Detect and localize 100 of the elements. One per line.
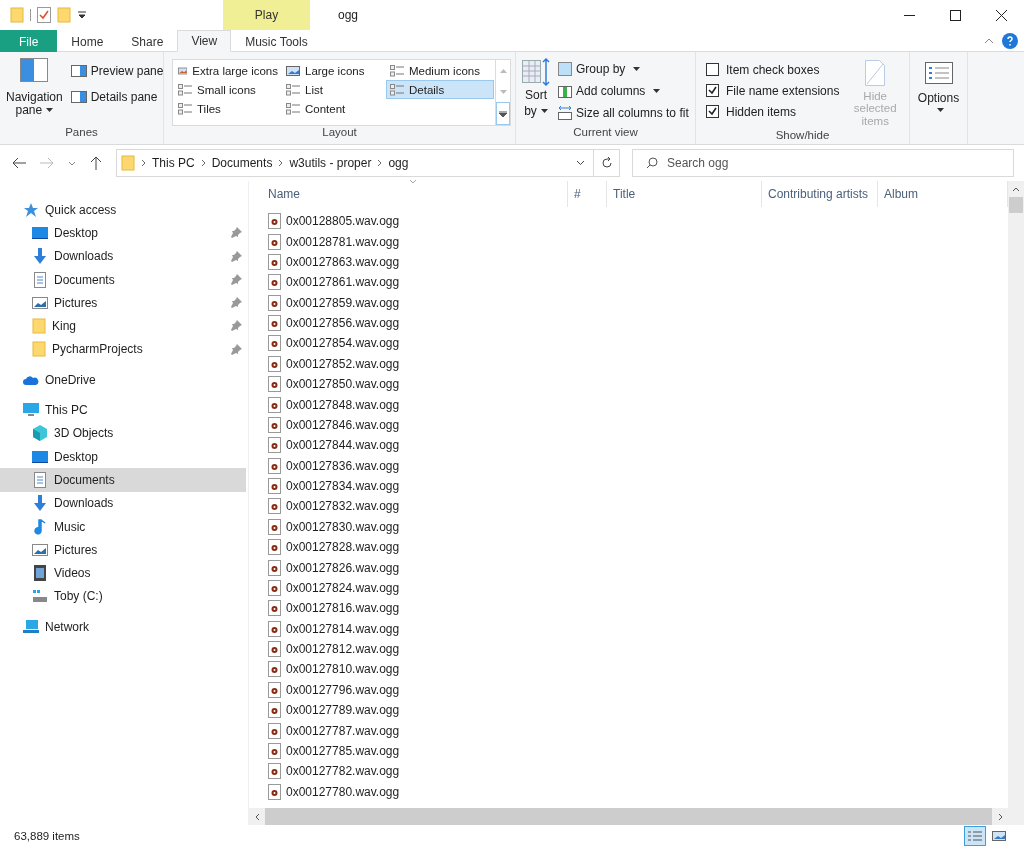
file-name[interactable]: 0x00127789.wav.ogg — [286, 703, 400, 718]
nav-item[interactable]: Desktop — [0, 444, 246, 469]
group-label: Layout — [321, 126, 358, 140]
page-icon — [865, 60, 886, 86]
file-name[interactable]: 0x00127830.wav.ogg — [286, 519, 400, 534]
nav-item[interactable]: Music — [0, 514, 246, 539]
file-name[interactable]: 0x00127824.wav.ogg — [286, 580, 400, 595]
nav-item[interactable]: Documents — [0, 468, 246, 492]
ribbon-tab[interactable]: Share — [117, 30, 178, 52]
file-name[interactable]: 0x00127782.wav.ogg — [286, 764, 400, 779]
picture-icon — [992, 830, 1006, 842]
file-name[interactable]: 0x00127854.wav.ogg — [286, 336, 400, 351]
audio-file-icon — [268, 559, 282, 576]
breadcrumb-item[interactable]: This PC — [152, 156, 195, 170]
file-name[interactable]: 0x00127836.wav.ogg — [286, 458, 400, 473]
file-name[interactable]: 0x00128805.wav.ogg — [286, 214, 400, 229]
file-name[interactable]: 0x00127780.wav.ogg — [286, 784, 400, 799]
column-header[interactable]: Name — [262, 181, 568, 207]
layout-option[interactable]: Extra large icons — [174, 61, 282, 80]
file-name[interactable]: 0x00127785.wav.ogg — [286, 743, 400, 758]
nav-item[interactable]: Downloads — [0, 244, 246, 268]
folder-icon — [32, 341, 46, 358]
file-name[interactable]: 0x00127846.wav.ogg — [286, 417, 400, 432]
nav-item[interactable]: King — [0, 314, 246, 338]
preview-pane-button[interactable]: Preview pane — [68, 60, 166, 82]
nav-item[interactable]: 3D Objects — [0, 421, 246, 445]
breadcrumb-item[interactable]: ogg — [388, 156, 409, 170]
right-caret-icon — [997, 812, 1003, 821]
expand-gallery-button[interactable] — [496, 102, 510, 125]
file-name[interactable]: 0x00127856.wav.ogg — [286, 316, 400, 331]
ribbon-tab[interactable]: View — [177, 30, 232, 52]
file-name[interactable]: 0x00127859.wav.ogg — [286, 295, 400, 310]
file-name[interactable]: 0x00128781.wav.ogg — [286, 234, 400, 249]
breadcrumb-item[interactable]: w3utils - proper — [289, 156, 372, 170]
file-name[interactable]: 0x00127850.wav.ogg — [286, 377, 400, 392]
nav-item[interactable]: Network — [0, 615, 246, 639]
cloud-icon — [23, 373, 39, 386]
layout-option[interactable]: List — [282, 80, 386, 99]
size-columns-button[interactable]: Size all columns to fit — [556, 102, 691, 124]
option-checkbox[interactable]: Item check boxes — [704, 59, 842, 80]
nav-item[interactable]: Documents — [0, 267, 246, 292]
nav-item[interactable]: This PC — [0, 398, 246, 422]
file-name[interactable]: 0x00127787.wav.ogg — [286, 723, 400, 738]
column-header[interactable]: Contributing artists — [762, 181, 878, 207]
file-name[interactable]: 0x00127796.wav.ogg — [286, 682, 400, 697]
ribbon-tab[interactable]: Home — [57, 30, 118, 52]
file-name[interactable]: 0x00127828.wav.ogg — [286, 540, 400, 555]
option-checkbox[interactable]: File name extensions — [704, 80, 842, 101]
breadcrumb-item[interactable]: Documents — [211, 156, 273, 170]
audio-file-icon — [268, 579, 282, 596]
column-header[interactable]: Title — [607, 181, 762, 207]
search-field[interactable]: Search ogg — [632, 149, 1014, 177]
nav-item[interactable]: PycharmProjects — [0, 337, 246, 362]
nav-item[interactable]: Downloads — [0, 491, 246, 515]
option-checkbox[interactable]: Hidden items — [704, 101, 842, 122]
file-name[interactable]: 0x00127861.wav.ogg — [286, 275, 400, 290]
add-columns-button[interactable]: Add columns — [556, 80, 691, 102]
preview-pane-icon — [70, 65, 87, 77]
nav-item[interactable]: Desktop — [0, 221, 246, 245]
file-name[interactable]: 0x00127816.wav.ogg — [286, 601, 400, 616]
layout-option[interactable]: Details — [386, 80, 494, 99]
file-name[interactable]: 0x00127812.wav.ogg — [286, 642, 400, 657]
list-icon — [286, 102, 300, 115]
checkbox[interactable] — [706, 105, 719, 118]
layout-option[interactable]: Tiles — [174, 99, 282, 118]
file-name[interactable]: 0x00127826.wav.ogg — [286, 560, 400, 575]
ribbon-tab[interactable]: Music Tools — [231, 30, 322, 52]
file-name[interactable]: 0x00127844.wav.ogg — [286, 438, 400, 453]
layout-option[interactable]: Medium icons — [386, 61, 494, 80]
audio-file-icon — [268, 478, 282, 495]
checkbox[interactable] — [706, 84, 719, 97]
layout-option[interactable]: Large icons — [282, 61, 386, 80]
file-name[interactable]: 0x00127863.wav.ogg — [286, 254, 400, 269]
checkbox[interactable] — [706, 63, 719, 76]
details-pane-button[interactable]: Details pane — [68, 86, 166, 108]
nav-item[interactable]: OneDrive — [0, 368, 246, 392]
nav-item[interactable]: Toby (C:) — [0, 584, 246, 609]
file-name[interactable]: 0x00127852.wav.ogg — [286, 356, 400, 371]
layout-option[interactable]: Content — [282, 99, 386, 118]
scrollbar-thumb[interactable] — [1009, 197, 1023, 213]
nav-item[interactable]: Pictures — [0, 291, 246, 315]
audio-file-icon — [268, 457, 282, 474]
file-name[interactable]: 0x00127832.wav.ogg — [286, 499, 400, 514]
options-button[interactable]: Options — [914, 56, 963, 114]
group-by-button[interactable]: Group by — [556, 58, 691, 80]
file-name[interactable]: 0x00127848.wav.ogg — [286, 397, 400, 412]
file-name[interactable]: 0x00127834.wav.ogg — [286, 479, 400, 494]
nav-item[interactable]: Pictures — [0, 538, 246, 562]
sort-by-button[interactable]: Sort by — [520, 56, 552, 126]
vertical-scrollbar[interactable] — [1008, 181, 1024, 825]
column-header[interactable]: # — [568, 181, 607, 207]
horizontal-scrollbar[interactable] — [249, 808, 1008, 825]
nav-item[interactable]: Quick access — [0, 198, 246, 222]
address-bar[interactable]: This PC Documents w3utils - proper ogg — [116, 149, 620, 177]
file-name[interactable]: 0x00127814.wav.ogg — [286, 621, 400, 636]
nav-item[interactable]: Videos — [0, 561, 246, 585]
navigation-pane-button[interactable]: Navigation pane — [4, 56, 65, 126]
file-name[interactable]: 0x00127810.wav.ogg — [286, 662, 400, 677]
audio-file-icon — [268, 315, 282, 332]
layout-option[interactable]: Small icons — [174, 80, 282, 99]
